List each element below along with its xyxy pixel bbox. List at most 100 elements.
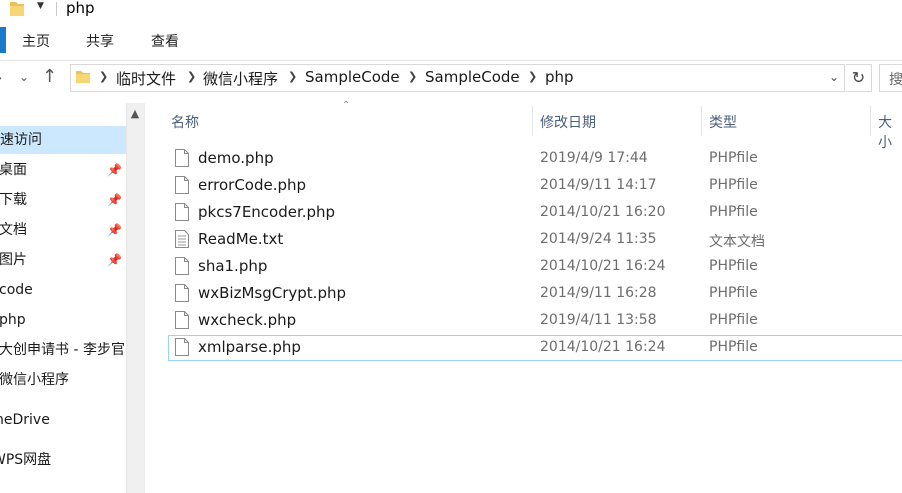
file-modified: 2019/4/9 17:44 — [540, 150, 648, 166]
nav-item-label: code — [0, 282, 33, 298]
pin-icon: 📌 — [107, 163, 122, 177]
file-name: pkcs7Encoder.php — [198, 203, 336, 221]
file-modified: 2019/4/11 13:58 — [540, 312, 657, 328]
nav-documents[interactable]: 文档 📌 — [0, 216, 126, 244]
nav-item-label: 微信小程序 — [0, 372, 69, 388]
blank-file-icon — [175, 257, 189, 275]
title-separator — [56, 2, 57, 16]
window-title: php — [66, 0, 95, 17]
pin-icon: 📌 — [107, 223, 122, 237]
nav-item-label: 快速访问 — [0, 132, 42, 148]
title-bar — [0, 0, 902, 20]
quick-access-dropdown-icon[interactable]: ▼ — [37, 1, 44, 11]
column-divider[interactable] — [870, 106, 871, 136]
back-icon[interactable]: › — [0, 68, 2, 87]
nav-desktop[interactable]: 桌面 📌 — [0, 156, 126, 184]
file-type: PHPfile — [709, 150, 758, 166]
blank-file-icon — [175, 149, 189, 167]
chevron-right-icon[interactable]: ❯ — [408, 70, 417, 83]
nav-wechat-miniprogram[interactable]: 微信小程序 — [0, 366, 126, 394]
navigation-scrollbar[interactable] — [126, 103, 145, 493]
file-modified: 2014/9/11 16:28 — [540, 285, 657, 301]
file-row[interactable]: pkcs7Encoder.php 2014/10/21 16:20 PHPfil… — [168, 200, 902, 226]
file-row[interactable]: errorCode.php 2014/9/11 14:17 PHPfile — [168, 173, 902, 199]
file-modified: 2014/9/24 11:35 — [540, 231, 657, 247]
file-name: wxBizMsgCrypt.php — [198, 284, 346, 302]
chevron-right-icon[interactable]: ❯ — [528, 70, 537, 83]
breadcrumb-php[interactable]: php — [545, 68, 574, 86]
nav-item-label: 桌面 — [0, 162, 27, 178]
file-name: sha1.php — [198, 257, 268, 275]
tab-share[interactable]: 共享 — [86, 31, 114, 51]
file-row[interactable]: wxBizMsgCrypt.php 2014/9/11 16:28 PHPfil… — [168, 281, 902, 307]
blank-file-icon — [175, 203, 189, 221]
breadcrumb-temp-files[interactable]: 临时文件 — [116, 68, 176, 89]
chevron-right-icon[interactable]: ❯ — [187, 70, 196, 83]
breadcrumb-wechat-miniprogram[interactable]: 微信小程序 — [203, 68, 278, 89]
file-modified: 2014/10/21 16:24 — [540, 339, 666, 355]
recent-locations-icon[interactable]: ⌄ — [19, 70, 29, 84]
column-divider[interactable] — [701, 106, 702, 136]
nav-wps-drive[interactable]: WPS网盘 — [0, 446, 126, 474]
blank-file-icon — [175, 338, 189, 356]
chevron-right-icon[interactable]: ❯ — [99, 70, 108, 83]
nav-code[interactable]: code — [0, 276, 126, 304]
file-row-focused[interactable]: xmlparse.php 2014/10/21 16:24 PHPfile — [168, 335, 902, 361]
file-type: PHPfile — [709, 258, 758, 274]
search-input[interactable]: 搜 — [879, 64, 902, 92]
file-name: wxcheck.php — [198, 311, 297, 329]
nav-quick-access[interactable]: 快速访问 — [0, 126, 126, 154]
address-history-icon[interactable]: ⌄ — [829, 70, 839, 84]
nav-downloads[interactable]: 下载 📌 — [0, 186, 126, 214]
column-header-name[interactable]: 名称 — [171, 112, 199, 132]
file-type: PHPfile — [709, 285, 758, 301]
nav-php[interactable]: php — [0, 306, 126, 334]
navigation-pane: 快速访问 桌面 📌 下载 📌 文档 📌 图片 📌 code php 大创申请书 … — [0, 103, 126, 493]
file-type: PHPfile — [709, 312, 758, 328]
nav-pictures[interactable]: 图片 📌 — [0, 246, 126, 274]
folder-icon — [76, 71, 90, 83]
file-row[interactable]: sha1.php 2014/10/21 16:24 PHPfile — [168, 254, 902, 280]
nav-item-label: php — [0, 312, 26, 328]
file-modified: 2014/10/21 16:20 — [540, 204, 666, 220]
tab-home[interactable]: 主页 — [22, 31, 50, 51]
blank-file-icon — [175, 176, 189, 194]
file-row[interactable]: demo.php 2019/4/9 17:44 PHPfile — [168, 146, 902, 172]
file-type: 文本文档 — [709, 234, 765, 250]
column-header-type[interactable]: 类型 — [709, 112, 737, 132]
nav-onedrive[interactable]: OneDrive — [0, 406, 126, 434]
column-header-modified[interactable]: 修改日期 — [540, 112, 596, 132]
text-file-icon — [175, 230, 189, 248]
nav-item-label: 图片 — [0, 252, 27, 268]
chevron-right-icon[interactable]: ❯ — [288, 70, 297, 83]
ribbon — [0, 20, 902, 61]
file-tab[interactable] — [0, 27, 6, 53]
breadcrumb-samplecode[interactable]: SampleCode — [305, 68, 400, 86]
file-row[interactable]: ReadMe.txt 2014/9/24 11:35 文本文档 — [168, 227, 902, 253]
file-type: PHPfile — [709, 339, 758, 355]
file-modified: 2014/9/11 14:17 — [540, 177, 657, 193]
folder-icon — [10, 2, 24, 16]
refresh-icon[interactable]: ↻ — [846, 64, 872, 92]
nav-item-label: 文档 — [0, 222, 27, 238]
column-divider[interactable] — [532, 106, 533, 136]
blank-file-icon — [175, 311, 189, 329]
breadcrumb-samplecode-2[interactable]: SampleCode — [425, 68, 520, 86]
scroll-up-icon[interactable]: ▲ — [126, 103, 144, 125]
sort-ascending-icon: ⌃ — [342, 100, 351, 111]
pin-icon: 📌 — [107, 193, 122, 207]
file-row[interactable]: wxcheck.php 2019/4/11 13:58 PHPfile — [168, 308, 902, 334]
nav-item-label: 大创申请书 - 李步官 — [0, 342, 125, 358]
file-name: ReadMe.txt — [198, 230, 284, 248]
tab-view[interactable]: 查看 — [151, 31, 179, 51]
nav-item-label: OneDrive — [0, 412, 50, 428]
file-modified: 2014/10/21 16:24 — [540, 258, 666, 274]
pin-icon: 📌 — [107, 253, 122, 267]
nav-application-doc[interactable]: 大创申请书 - 李步官 — [0, 336, 126, 364]
file-name: xmlparse.php — [198, 338, 301, 356]
file-type: PHPfile — [709, 204, 758, 220]
nav-item-label: 下载 — [0, 192, 27, 208]
file-name: errorCode.php — [198, 176, 307, 194]
blank-file-icon — [175, 284, 189, 302]
up-arrow-icon[interactable]: ↑ — [42, 66, 57, 87]
